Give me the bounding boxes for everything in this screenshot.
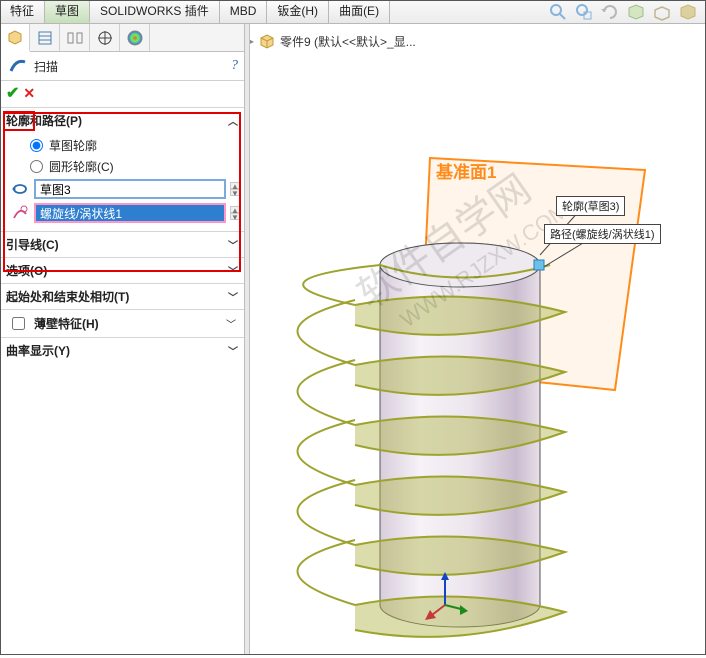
group-guide-curves: 引导线(C) ﹀ bbox=[0, 231, 244, 257]
cancel-button[interactable]: ✕ bbox=[23, 85, 35, 102]
accept-cancel-row: ✔ ✕ bbox=[0, 81, 244, 107]
group-title: 引导线(C) bbox=[6, 236, 59, 253]
plane-label: 基准面1 bbox=[435, 162, 496, 182]
group-tangency: 起始处和结束处相切(T) ﹀ bbox=[0, 283, 244, 309]
tab-features[interactable]: 特征 bbox=[0, 0, 45, 23]
property-manager-panel: 扫描 ? ✔ ✕ 轮廓和路径(P) ︿ 草图轮廓 圆形轮廓(C) ▲▼ bbox=[0, 24, 245, 655]
profile-spinner[interactable]: ▲▼ bbox=[230, 182, 240, 196]
fm-tab-displaymanager[interactable] bbox=[120, 24, 150, 51]
group-header-options[interactable]: 选项(O) ﹀ bbox=[0, 258, 244, 283]
callout-path[interactable]: 路径(螺旋线/涡状线1) bbox=[544, 224, 661, 244]
tab-sketch[interactable]: 草图 bbox=[45, 0, 90, 23]
thin-feature-checkbox[interactable] bbox=[12, 317, 25, 330]
group-title: 选项(O) bbox=[6, 262, 47, 279]
tab-surfaces[interactable]: 曲面(E) bbox=[329, 0, 390, 23]
callout-profile[interactable]: 轮廓(草图3) bbox=[556, 196, 625, 216]
radio-circle-input[interactable] bbox=[30, 160, 43, 173]
chevron-down-icon: ﹀ bbox=[228, 237, 238, 252]
radio-sketch-label: 草图轮廓 bbox=[49, 137, 97, 154]
group-header-tangency[interactable]: 起始处和结束处相切(T) ﹀ bbox=[0, 284, 244, 309]
chevron-down-icon: ﹀ bbox=[226, 316, 236, 331]
group-thin-feature: 薄壁特征(H) ﹀ bbox=[0, 309, 244, 337]
group-profile-path: 轮廓和路径(P) ︿ 草图轮廓 圆形轮廓(C) ▲▼ ▲▼ bbox=[0, 107, 244, 231]
group-header-profile-path[interactable]: 轮廓和路径(P) ︿ bbox=[0, 108, 244, 133]
group-options: 选项(O) ﹀ bbox=[0, 257, 244, 283]
radio-sketch-profile[interactable]: 草图轮廓 bbox=[30, 135, 240, 156]
feature-title: 扫描 bbox=[28, 58, 231, 75]
group-header-curvature[interactable]: 曲率显示(Y) ﹀ bbox=[0, 338, 244, 363]
tab-sw-addins[interactable]: SOLIDWORKS 插件 bbox=[90, 0, 220, 23]
path-input[interactable] bbox=[34, 203, 226, 223]
prev-view-icon[interactable] bbox=[600, 2, 620, 22]
group-curvature-display: 曲率显示(Y) ﹀ bbox=[0, 337, 244, 363]
part-icon bbox=[258, 32, 276, 50]
fm-tab-configurationmanager[interactable] bbox=[60, 24, 90, 51]
zoom-fit-icon[interactable] bbox=[548, 2, 568, 22]
zoom-area-icon[interactable] bbox=[574, 2, 594, 22]
tab-mbd[interactable]: MBD bbox=[220, 0, 268, 23]
hide-show-icon[interactable] bbox=[678, 2, 698, 22]
chevron-up-icon: ︿ bbox=[228, 113, 238, 128]
path-entry-row: ▲▼ bbox=[6, 201, 240, 225]
help-icon[interactable]: ? bbox=[231, 58, 238, 74]
accept-button[interactable]: ✔ bbox=[6, 83, 19, 103]
path-slot-icon[interactable] bbox=[10, 204, 30, 222]
view-toolbar bbox=[548, 2, 698, 22]
group-title: 轮廓和路径(P) bbox=[6, 112, 82, 129]
breadcrumb-part-name: 零件9 (默认<<默认>_显... bbox=[280, 33, 416, 50]
profile-slot-icon[interactable] bbox=[10, 180, 30, 198]
fm-tab-dimxpert[interactable] bbox=[90, 24, 120, 51]
fm-tab-featuretree[interactable] bbox=[0, 24, 30, 52]
chevron-down-icon: ﹀ bbox=[228, 343, 238, 358]
feature-header: 扫描 ? bbox=[0, 52, 244, 81]
graphics-viewport[interactable]: 基准面1 bbox=[250, 50, 706, 655]
radio-circle-label: 圆形轮廓(C) bbox=[49, 158, 114, 175]
profile-entry-row: ▲▼ bbox=[6, 177, 240, 201]
section-view-icon[interactable] bbox=[626, 2, 646, 22]
group-header-guide[interactable]: 引导线(C) ﹀ bbox=[0, 232, 244, 257]
profile-input[interactable] bbox=[34, 179, 226, 199]
sweep-icon bbox=[8, 56, 28, 76]
display-style-icon[interactable] bbox=[652, 2, 672, 22]
group-title: 起始处和结束处相切(T) bbox=[6, 288, 129, 305]
group-title: 曲率显示(Y) bbox=[6, 342, 70, 359]
thin-feature-label: 薄壁特征(H) bbox=[34, 315, 99, 332]
fm-tab-propertymanager[interactable] bbox=[30, 24, 60, 51]
tab-sheetmetal[interactable]: 钣金(H) bbox=[267, 0, 329, 23]
chevron-down-icon: ﹀ bbox=[228, 289, 238, 304]
radio-sketch-input[interactable] bbox=[30, 139, 43, 152]
path-spinner[interactable]: ▲▼ bbox=[230, 206, 240, 220]
chevron-down-icon: ﹀ bbox=[228, 263, 238, 278]
radio-circle-profile[interactable]: 圆形轮廓(C) bbox=[30, 156, 240, 177]
feature-manager-tabs bbox=[0, 24, 244, 52]
breadcrumb[interactable]: ▸ 零件9 (默认<<默认>_显... bbox=[248, 32, 416, 50]
